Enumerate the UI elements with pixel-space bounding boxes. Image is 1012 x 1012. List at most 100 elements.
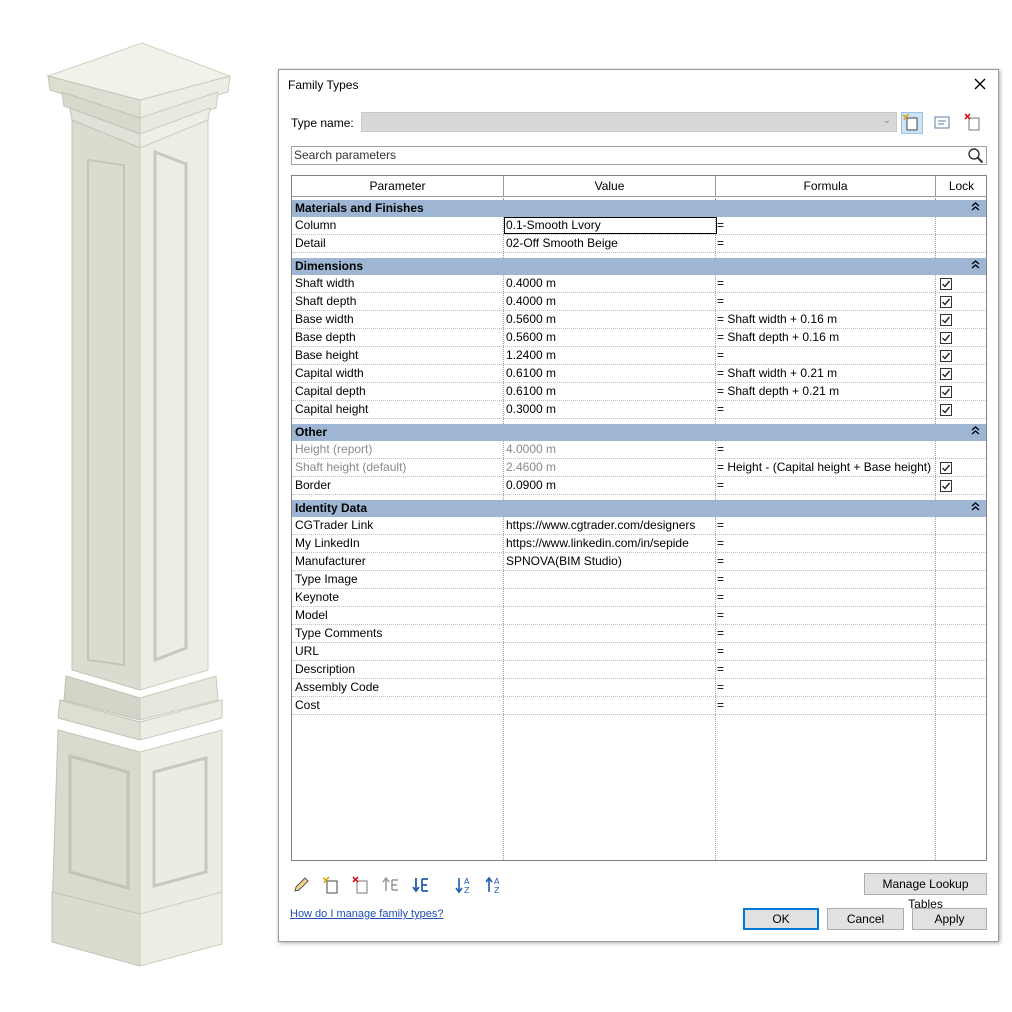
ok-button[interactable]: OK [743,908,819,930]
parameter-formula-cell[interactable]: = [717,293,935,310]
parameter-value-cell[interactable] [506,589,714,606]
parameter-value-cell[interactable]: 02-Off Smooth Beige [506,235,714,252]
new-type-button[interactable] [901,112,923,134]
parameter-formula-cell[interactable]: = [717,553,935,570]
parameter-formula-cell[interactable]: = [717,679,935,696]
sort-descending-button[interactable]: AZ [485,875,507,897]
apply-button[interactable]: Apply [912,908,987,930]
parameter-formula-cell[interactable]: = [717,535,935,552]
parameter-value-cell[interactable]: 0.6100 m [506,383,714,400]
lock-checkbox[interactable] [940,480,952,492]
parameter-value-cell[interactable]: 1.2400 m [506,347,714,364]
group-header[interactable]: Other [292,424,986,441]
collapse-caret-icon[interactable] [971,424,980,441]
parameter-formula-cell[interactable]: = [717,571,935,588]
delete-parameter-button[interactable] [351,875,373,897]
lock-checkbox[interactable] [940,404,952,416]
parameter-row[interactable]: Border 0.0900 m = [292,477,986,495]
parameter-value-cell[interactable]: 2.4600 m [506,459,714,476]
parameter-formula-cell[interactable]: = [717,235,935,252]
parameter-value-cell[interactable]: 4.0000 m [506,441,714,458]
lock-checkbox[interactable] [940,368,952,380]
lock-checkbox[interactable] [940,350,952,362]
parameter-formula-cell[interactable]: = [717,275,935,292]
collapse-caret-icon[interactable] [971,500,980,517]
parameter-row[interactable]: Height (report) 4.0000 m = [292,441,986,459]
parameter-row[interactable]: Shaft depth 0.4000 m = [292,293,986,311]
lock-checkbox[interactable] [940,296,952,308]
manage-lookup-tables-button[interactable]: Manage Lookup Tables [864,873,987,911]
lock-checkbox[interactable] [940,332,952,344]
parameter-value-cell[interactable]: https://www.linkedin.com/in/sepide [506,535,714,552]
sort-ascending-button[interactable]: AZ [455,875,477,897]
edit-parameter-button[interactable] [291,875,313,897]
parameter-row[interactable]: CGTrader Link https://www.cgtrader.com/de… [292,517,986,535]
parameter-value-cell[interactable]: 0.5600 m [506,329,714,346]
parameter-row[interactable]: Base height 1.2400 m = [292,347,986,365]
parameter-value-cell[interactable]: SPNOVA(BIM Studio) [506,553,714,570]
parameter-row[interactable]: Shaft height (default) 2.4600 m = Height -… [292,459,986,477]
close-button[interactable] [970,74,990,94]
lock-checkbox[interactable] [940,314,952,326]
parameter-row[interactable]: Type Image = [292,571,986,589]
parameter-row[interactable]: My LinkedIn https://www.linkedin.com/in/s… [292,535,986,553]
new-parameter-button[interactable] [321,875,343,897]
parameter-row[interactable]: Description = [292,661,986,679]
parameter-formula-cell[interactable]: = [717,625,935,642]
parameter-formula-cell[interactable]: = [717,517,935,534]
parameter-value-cell[interactable]: 0.4000 m [506,293,714,310]
parameter-row[interactable]: Capital height 0.3000 m = [292,401,986,419]
parameter-value-cell[interactable] [506,679,714,696]
parameter-value-cell[interactable]: https://www.cgtrader.com/designers [506,517,714,534]
parameter-row[interactable]: Capital depth 0.6100 m = Shaft depth + 0.2… [292,383,986,401]
parameter-formula-cell[interactable]: = Shaft depth + 0.16 m [717,329,935,346]
parameter-value-cell[interactable] [506,661,714,678]
type-name-dropdown[interactable]: ⌄ [361,112,897,132]
parameter-formula-cell[interactable]: = [717,401,935,418]
search-button[interactable] [967,147,984,167]
parameter-value-cell[interactable]: 0.4000 m [506,275,714,292]
collapse-caret-icon[interactable] [971,200,980,217]
parameter-value-cell[interactable] [506,697,714,714]
parameter-row[interactable]: Column 0.1-Smooth Lvory = [292,217,986,235]
parameter-row[interactable]: Shaft width 0.4000 m = [292,275,986,293]
parameter-row[interactable]: Capital width 0.6100 m = Shaft width + 0.2… [292,365,986,383]
group-header[interactable]: Dimensions [292,258,986,275]
parameter-row[interactable]: Type Comments = [292,625,986,643]
parameter-value-cell[interactable]: 0.0900 m [506,477,714,494]
parameter-formula-cell[interactable]: = [717,589,935,606]
cancel-button[interactable]: Cancel [827,908,904,930]
rename-type-button[interactable] [932,112,954,134]
move-parameter-up-button[interactable] [381,875,403,897]
parameter-row[interactable]: Detail 02-Off Smooth Beige = [292,235,986,253]
delete-type-button[interactable] [963,112,985,134]
parameter-formula-cell[interactable]: = [717,217,935,234]
column-header-formula[interactable]: Formula [716,176,936,197]
parameter-formula-cell[interactable]: = [717,607,935,624]
help-link[interactable]: How do I manage family types? [290,908,443,920]
parameter-formula-cell[interactable]: = [717,661,935,678]
parameter-formula-cell[interactable]: = Shaft width + 0.21 m [717,365,935,382]
parameter-formula-cell[interactable]: = Height - (Capital height + Base height… [717,459,935,476]
parameter-row[interactable]: Model = [292,607,986,625]
parameter-formula-cell[interactable]: = [717,643,935,660]
parameter-formula-cell[interactable]: = [717,441,935,458]
parameter-formula-cell[interactable]: = Shaft depth + 0.21 m [717,383,935,400]
column-header-parameter[interactable]: Parameter [292,176,504,197]
parameter-value-cell[interactable] [506,643,714,660]
collapse-caret-icon[interactable] [971,258,980,275]
parameter-value-cell[interactable]: 0.1-Smooth Lvory [504,217,717,234]
move-parameter-down-button[interactable] [411,875,433,897]
parameter-row[interactable]: Manufacturer SPNOVA(BIM Studio) = [292,553,986,571]
parameter-row[interactable]: Keynote = [292,589,986,607]
parameter-value-cell[interactable]: 0.6100 m [506,365,714,382]
parameter-formula-cell[interactable]: = [717,477,935,494]
group-header[interactable]: Identity Data [292,500,986,517]
parameter-row[interactable]: Cost = [292,697,986,715]
parameter-value-cell[interactable] [506,571,714,588]
lock-checkbox[interactable] [940,462,952,474]
column-header-lock[interactable]: Lock [936,176,986,197]
parameter-value-cell[interactable] [506,607,714,624]
lock-checkbox[interactable] [940,278,952,290]
parameter-formula-cell[interactable]: = Shaft width + 0.16 m [717,311,935,328]
